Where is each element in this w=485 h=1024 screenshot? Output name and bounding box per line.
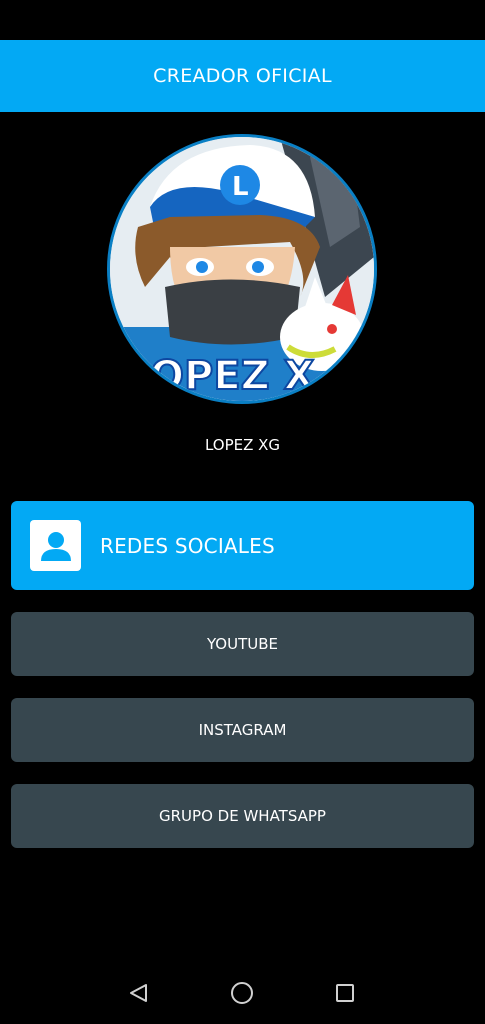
instagram-button[interactable]: INSTAGRAM [11, 698, 474, 762]
page-title: CREADOR OFICIAL [153, 65, 332, 87]
avatar-logo-text: OPEZ X [150, 353, 315, 399]
youtube-button[interactable]: YOUTUBE [11, 612, 474, 676]
social-networks-header: REDES SOCIALES [11, 501, 474, 590]
contact-icon [30, 520, 81, 571]
home-circle-icon[interactable] [229, 980, 255, 1006]
navigation-bar [0, 960, 485, 1024]
back-triangle-icon[interactable] [126, 980, 152, 1006]
profile-name: LOPEZ XG [204, 436, 281, 454]
social-networks-label: REDES SOCIALES [100, 533, 275, 558]
app-bar: CREADOR OFICIAL [0, 40, 485, 112]
profile-avatar: L OPEZ X [107, 134, 377, 404]
svg-text:L: L [232, 172, 249, 202]
whatsapp-group-button[interactable]: GRUPO DE WHATSAPP [11, 784, 474, 848]
recents-square-icon[interactable] [332, 980, 358, 1006]
status-bar [0, 0, 485, 40]
